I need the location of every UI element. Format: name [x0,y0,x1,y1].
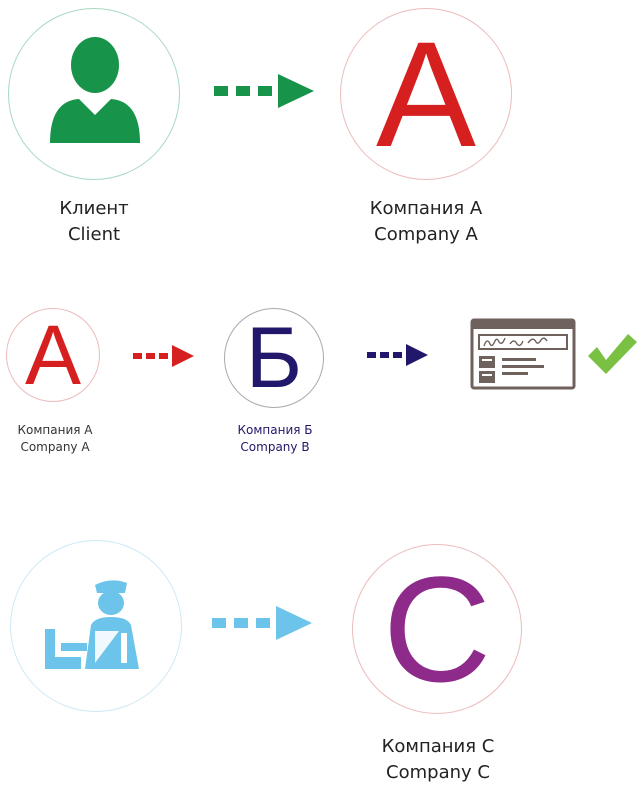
company-a-label-en: Company A [374,224,478,245]
company-a-label-large: Компания А Company A [336,196,516,248]
customs-circle [10,540,182,712]
client-label-en: Client [67,224,121,245]
company-c-letter: C [382,545,492,713]
company-b-label-en: Company B [240,440,310,454]
company-a-label-small: Компания А Company A [0,422,110,456]
company-a-circle-large: A [340,8,512,180]
person-icon [50,37,140,143]
customs-officer-icon [45,580,139,669]
arrow-customs-to-c [212,606,312,640]
company-a-small-label-ru: Компания А [17,423,93,437]
company-c-label: Компания С Company C [348,734,528,786]
company-a-label-ru: Компания А [369,198,483,219]
company-a-letter: A [375,10,477,178]
client-circle [8,8,180,180]
company-c-circle: C [352,544,522,714]
arrow-client-to-a [214,74,314,108]
company-a-letter-small: A [24,308,82,402]
checkmark-icon [588,334,637,374]
company-b-circle: Б [224,308,324,408]
company-c-label-en: Company C [386,762,490,783]
client-label-ru: Клиент [59,198,129,219]
signature-card-icon [470,318,576,390]
company-b-label-ru: Компания Б [237,423,313,437]
company-b-letter: Б [245,310,303,406]
company-b-label: Компания Б Company B [220,422,330,456]
arrow-a-to-b [133,345,194,367]
company-c-label-ru: Компания С [381,736,495,757]
company-a-circle-small: A [6,308,100,402]
arrow-b-to-card [367,344,428,366]
company-a-small-label-en: Company A [20,440,90,454]
client-label: Клиент Client [4,196,184,248]
